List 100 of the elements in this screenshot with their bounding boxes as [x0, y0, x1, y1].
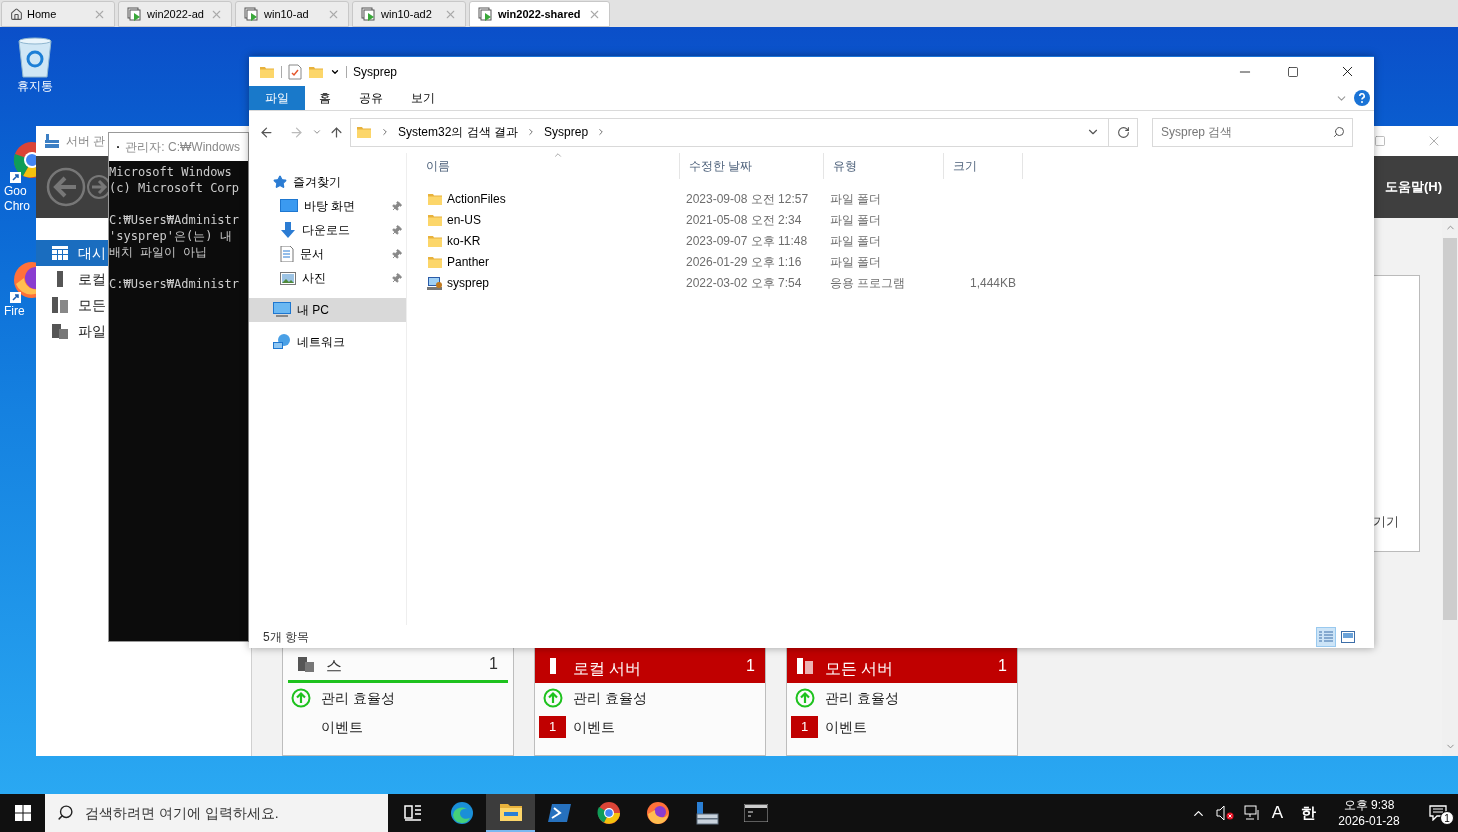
help-menu[interactable]: 도움말(H): [1384, 177, 1442, 197]
file-modified: 2023-09-07 오후 11:48: [685, 232, 809, 250]
nav-item[interactable]: 파일: [36, 318, 108, 344]
forward-icon[interactable]: [87, 175, 111, 199]
nav-item[interactable]: 문서: [249, 242, 406, 266]
nav-item[interactable]: 사진: [249, 266, 406, 290]
browser-tab[interactable]: win10-ad: [235, 1, 349, 27]
image-icon: [280, 271, 296, 285]
tab-label: win2022-shared: [498, 6, 581, 22]
speaker-muted-icon[interactable]: [1215, 805, 1234, 821]
document-icon: [280, 246, 294, 262]
tile-row-label[interactable]: 이벤트: [321, 716, 363, 738]
tile-row-label[interactable]: 이벤트: [825, 716, 867, 738]
file-row[interactable]: Panther 2026-01-29 오후 1:16 파일 폴더: [417, 251, 1374, 272]
tile-row-label[interactable]: 관리 효율성: [825, 687, 899, 709]
folder-icon: [498, 802, 523, 822]
browser-tab[interactable]: win2022-shared: [469, 1, 610, 27]
home-icon: [10, 7, 23, 21]
tab-label: win2022-ad: [147, 6, 204, 22]
notification-button[interactable]: 1: [1418, 794, 1458, 832]
status-text: 5개 항목: [263, 628, 309, 646]
nav-item[interactable]: 대시: [36, 240, 108, 266]
tile-row-label[interactable]: 이벤트: [573, 716, 615, 738]
file-type: 파일 폴더: [829, 190, 883, 208]
input-mode[interactable]: A: [1271, 800, 1283, 826]
ribbon-tab[interactable]: 홈: [305, 86, 345, 110]
scroll-thumb[interactable]: [1443, 238, 1457, 620]
window-title: 서버 관: [66, 133, 106, 150]
tab-label: win10-ad: [264, 6, 309, 22]
windows-icon: [14, 805, 31, 821]
toolbox-icon: [44, 133, 60, 149]
tab-label: win10-ad2: [381, 6, 432, 22]
application-icon: [427, 274, 443, 291]
storage-icon: [298, 656, 314, 672]
nav-item[interactable]: 바탕 화면: [249, 194, 406, 218]
browser-tab[interactable]: Home: [1, 1, 115, 27]
tile-row-label[interactable]: 관리 효율성: [573, 687, 647, 709]
tile-title: 모든 서버: [825, 659, 894, 679]
console-icon: [743, 804, 768, 822]
window-title: 관리자: C:₩Windows: [125, 139, 240, 156]
window-title: Sysprep: [353, 63, 398, 81]
card-text: 기기: [1373, 512, 1399, 531]
column-header[interactable]: 수정한 날짜: [679, 153, 823, 179]
desktop-icon-label: 휴지통: [17, 79, 53, 94]
search-field[interactable]: 검색하려면 여기에 입력하세요.: [45, 794, 388, 832]
file-row[interactable]: en-US 2021-05-08 오전 2:34 파일 폴더: [417, 209, 1374, 230]
column-header[interactable]: 이름: [417, 153, 679, 179]
vm-icon: [127, 6, 143, 22]
browser-tab[interactable]: win10-ad2: [352, 1, 466, 27]
browser-tab[interactable]: win2022-ad: [118, 1, 232, 27]
breadcrumb-item[interactable]: Sysprep: [544, 123, 589, 141]
console-line: C:₩Users₩Administr: [109, 276, 241, 292]
console-line: Microsoft Windows: [109, 164, 233, 180]
search-icon: [57, 804, 74, 821]
file-name: sysprep: [447, 274, 490, 292]
nav-item[interactable]: 다운로드: [249, 218, 406, 242]
refresh-button[interactable]: [1109, 117, 1138, 147]
file-row[interactable]: ko-KR 2023-09-07 오후 11:48 파일 폴더: [417, 230, 1374, 251]
tile-header[interactable]: 로컬 서버 1: [535, 648, 765, 683]
tile-title: 스: [326, 656, 342, 676]
up-icon[interactable]: [329, 124, 344, 140]
nav-item[interactable]: 로컬: [36, 266, 108, 292]
toolbox-icon: [694, 801, 719, 825]
task-view-icon: [403, 805, 422, 821]
file-size: 1,444KB: [968, 274, 1017, 292]
taskbar-app[interactable]: [486, 794, 535, 832]
nav-item[interactable]: 내 PC: [249, 298, 406, 322]
vm-icon: [361, 6, 377, 22]
clock-time: 오후 9:38: [1343, 797, 1395, 813]
breadcrumb-item[interactable]: System32의 검색 결과: [398, 123, 519, 141]
vm-icon: [244, 6, 260, 22]
ribbon-tab[interactable]: 공유: [345, 86, 397, 110]
address-bar[interactable]: System32의 검색 결과 Sysprep: [350, 117, 1109, 147]
ribbon-tab[interactable]: 보기: [397, 86, 449, 110]
column-header[interactable]: 유형: [823, 153, 943, 179]
file-row[interactable]: sysprep 2022-03-02 오후 7:54 응용 프로그램 1,444KB: [417, 272, 1374, 293]
tile-header[interactable]: 모든 서버 1: [787, 648, 1017, 683]
search-icon: [1333, 125, 1345, 138]
back-icon[interactable]: [259, 124, 274, 140]
ribbon-tab[interactable]: 파일: [249, 86, 305, 110]
nav-item[interactable]: 즐겨찾기: [249, 170, 406, 194]
file-modified: 2023-09-08 오전 12:57: [685, 190, 810, 208]
folder-icon: [356, 124, 372, 140]
file-name: en-US: [447, 211, 481, 229]
search-field[interactable]: Sysprep 검색: [1152, 117, 1353, 147]
network-icon[interactable]: [1243, 805, 1262, 821]
clock[interactable]: 오후 9:38 2026-01-28: [1330, 797, 1408, 829]
nav-item[interactable]: 네트워크: [249, 330, 406, 354]
edge-icon: [449, 801, 474, 825]
column-header[interactable]: 크기: [943, 153, 1023, 179]
desktop-icon-label: Fire: [4, 304, 25, 319]
tile-row-label[interactable]: 관리 효율성: [321, 687, 395, 709]
maximize-icon[interactable]: [1287, 65, 1299, 78]
desktop-icon-label: Goo: [4, 184, 27, 199]
nav-item[interactable]: 모든: [36, 292, 108, 318]
properties-icon[interactable]: [288, 63, 302, 80]
file-row[interactable]: ActionFiles 2023-09-08 오전 12:57 파일 폴더: [417, 188, 1374, 209]
help-icon[interactable]: [1354, 90, 1370, 106]
browser-icon: [596, 801, 621, 825]
language-indicator[interactable]: 한: [1301, 801, 1316, 825]
